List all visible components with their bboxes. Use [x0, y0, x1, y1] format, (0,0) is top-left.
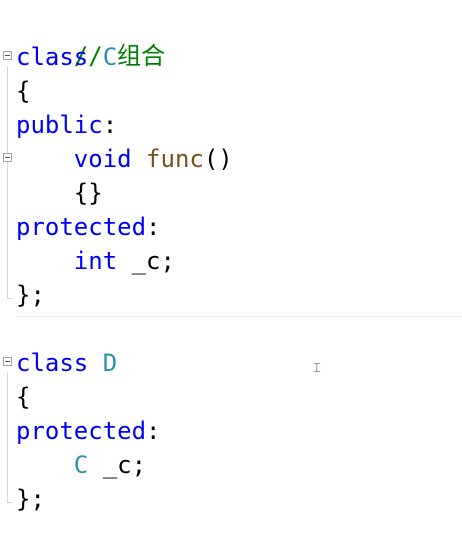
code-line-member-d: C _c;: [16, 448, 146, 482]
outline-guide-func: [7, 166, 8, 198]
class-keyword: class: [16, 43, 89, 71]
void-keyword: void: [73, 145, 132, 173]
collapse-class-c-icon[interactable]: [3, 51, 12, 60]
close-brace: };: [16, 281, 45, 309]
outline-guide-class-d: [7, 372, 8, 502]
colon: :: [146, 213, 161, 241]
colon: :: [102, 111, 118, 139]
collapse-class-d-icon[interactable]: [3, 357, 12, 366]
function-body: {}: [73, 179, 103, 207]
code-line-func-decl: void func(): [16, 142, 233, 176]
code-line-class-d-decl: class D: [16, 346, 117, 380]
public-keyword: public: [16, 111, 103, 139]
semicolon: ;: [160, 247, 175, 275]
open-brace: {: [16, 77, 31, 105]
code-editor[interactable]: // 组合 class C { public: void func() {} p…: [0, 0, 462, 534]
class-keyword: class: [16, 349, 89, 377]
function-parens: (): [203, 145, 233, 173]
code-line-member-c: int _c;: [16, 244, 175, 278]
text-cursor-icon: ⌶: [313, 361, 321, 376]
code-line-class-d-open: {: [16, 380, 30, 414]
separator-line: [16, 316, 462, 317]
code-line-protected-c: protected:: [16, 210, 161, 244]
code-line-public: public:: [16, 108, 117, 142]
code-line-comment: // 组合: [16, 5, 165, 70]
code-line-func-body: {}: [16, 176, 103, 210]
semicolon: ;: [131, 451, 147, 479]
function-name: func: [146, 145, 204, 173]
member-name: _c: [102, 451, 132, 479]
open-brace: {: [16, 383, 31, 411]
class-name-d: D: [102, 349, 118, 377]
protected-keyword: protected: [16, 417, 147, 445]
outline-guide-end-class-c: [7, 298, 12, 299]
int-keyword: int: [73, 247, 118, 275]
code-line-class-d-close: };: [16, 482, 45, 516]
colon: :: [146, 417, 161, 445]
member-name: _c: [131, 247, 161, 275]
code-line-class-c-close: };: [16, 278, 45, 312]
code-line-class-c-open: {: [16, 74, 30, 108]
code-line-protected-d: protected:: [16, 414, 161, 448]
member-type-c: C: [73, 451, 89, 479]
outline-guide-end-class-d: [7, 502, 12, 503]
protected-keyword: protected: [16, 213, 147, 241]
collapse-func-icon[interactable]: [3, 153, 12, 162]
code-line-class-c-decl: class C: [16, 40, 117, 74]
close-brace: };: [16, 485, 45, 513]
class-name-c: C: [102, 43, 118, 71]
